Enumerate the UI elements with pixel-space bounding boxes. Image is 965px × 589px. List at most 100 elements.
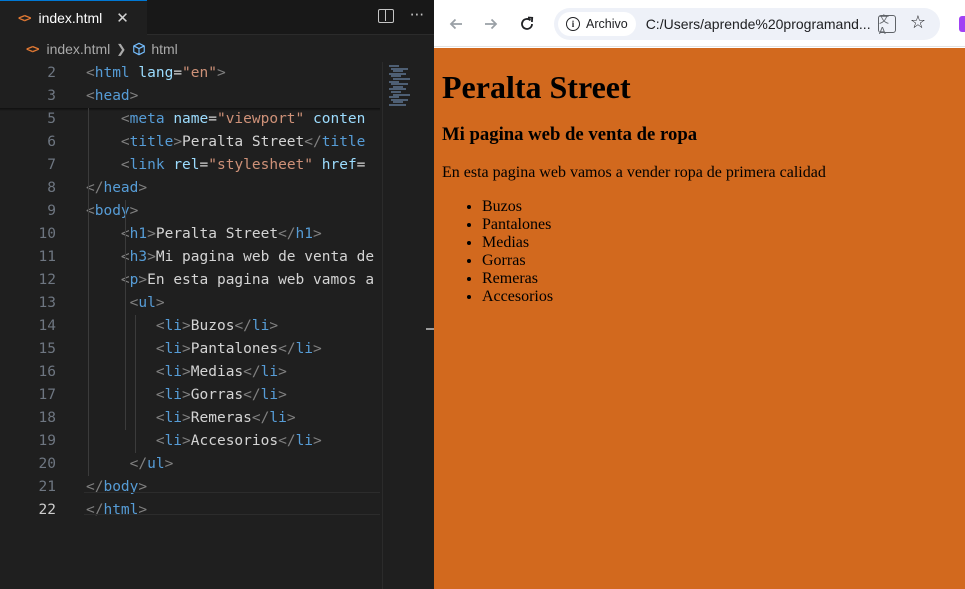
code-text[interactable]: <h3>Mi pagina web de venta de bbox=[86, 246, 374, 269]
code-line[interactable]: 16 <li>Medias</li> bbox=[0, 361, 380, 384]
forward-arrow-icon[interactable] bbox=[480, 13, 502, 35]
line-number: 21 bbox=[38, 479, 56, 495]
code-editor[interactable]: <> index.html ✕ ··· <> index.html ❯ html… bbox=[0, 0, 434, 589]
code-text[interactable]: <h1>Peralta Street</h1> bbox=[86, 223, 322, 246]
star-icon[interactable]: ☆ bbox=[910, 12, 926, 33]
list-item: Medias bbox=[482, 234, 957, 252]
code-text[interactable]: <li>Buzos</li> bbox=[86, 315, 278, 338]
list-item: Pantalones bbox=[482, 216, 957, 234]
code-line[interactable]: 10 <h1>Peralta Street</h1> bbox=[0, 223, 380, 246]
code-line[interactable]: 12 <p>En esta pagina web vamos a bbox=[0, 269, 380, 292]
list-item: Accesorios bbox=[482, 288, 957, 306]
code-text[interactable]: <li>Remeras</li> bbox=[86, 407, 296, 430]
code-text[interactable]: <li>Accesorios</li> bbox=[86, 430, 322, 453]
html-file-icon: <> bbox=[18, 11, 31, 25]
breadcrumb-symbol[interactable]: html bbox=[151, 41, 177, 57]
code-line[interactable]: 15 <li>Pantalones</li> bbox=[0, 338, 380, 361]
code-line[interactable]: 17 <li>Gorras</li> bbox=[0, 384, 380, 407]
info-icon: i bbox=[566, 17, 580, 31]
code-line[interactable]: 9 <body> bbox=[0, 200, 380, 223]
list-item: Remeras bbox=[482, 270, 957, 288]
line-number: 8 bbox=[47, 180, 56, 196]
line-number: 17 bbox=[38, 387, 56, 403]
line-number: 11 bbox=[38, 249, 56, 265]
editor-actions: ··· bbox=[377, 6, 424, 24]
line-number: 15 bbox=[38, 341, 56, 357]
indent-guide bbox=[88, 108, 89, 476]
code-text[interactable]: </ul> bbox=[86, 453, 174, 476]
code-text[interactable]: <li>Pantalones</li> bbox=[86, 338, 322, 361]
indent-guide bbox=[135, 315, 136, 453]
code-text[interactable]: <head> bbox=[86, 85, 138, 108]
code-line[interactable]: 5 <meta name="viewport" conten bbox=[0, 108, 380, 131]
page-subheading: Mi pagina web de venta de ropa bbox=[442, 124, 698, 145]
code-area[interactable]: 2 <html lang="en"> 3 <head> 5 <meta name="vi… bbox=[0, 62, 434, 589]
code-text[interactable]: <li>Gorras</li> bbox=[86, 384, 287, 407]
line-number: 9 bbox=[47, 203, 56, 219]
code-text[interactable]: <title>Peralta Street</title bbox=[86, 131, 365, 154]
line-number: 12 bbox=[38, 272, 56, 288]
reload-icon[interactable] bbox=[516, 13, 538, 35]
code-text[interactable]: <li>Medias</li> bbox=[86, 361, 287, 384]
browser-window: i Archivo C:/Users/aprende%20programand.… bbox=[434, 0, 965, 589]
symbol-cube-icon bbox=[133, 42, 146, 56]
breadcrumb-file[interactable]: index.html bbox=[46, 41, 110, 57]
scroll-position-marker bbox=[426, 328, 434, 330]
site-info-chip[interactable]: i Archivo bbox=[558, 12, 636, 36]
minimap[interactable] bbox=[382, 62, 426, 589]
site-info-label: Archivo bbox=[586, 17, 628, 31]
line-number: 7 bbox=[47, 157, 56, 173]
line-number: 2 bbox=[47, 65, 56, 81]
product-list: BuzosPantalonesMediasGorrasRemerasAcceso… bbox=[442, 198, 957, 306]
tab-label: index.html bbox=[38, 10, 103, 26]
line-number: 5 bbox=[47, 111, 56, 127]
page-heading: Peralta Street bbox=[442, 69, 631, 105]
code-line[interactable]: 19 <li>Accesorios</li> bbox=[0, 430, 380, 453]
line-number: 13 bbox=[38, 295, 56, 311]
line-number: 20 bbox=[38, 456, 56, 472]
line-number: 3 bbox=[47, 88, 56, 104]
line-number: 18 bbox=[38, 410, 56, 426]
list-item: Gorras bbox=[482, 252, 957, 270]
minimap-line bbox=[389, 104, 406, 106]
code-line[interactable]: 14 <li>Buzos</li> bbox=[0, 315, 380, 338]
rendered-page: Peralta Street Mi pagina web de venta de… bbox=[434, 48, 965, 589]
line-number: 14 bbox=[38, 318, 56, 334]
code-line[interactable]: 18 <li>Remeras</li> bbox=[0, 407, 380, 430]
list-item: Buzos bbox=[482, 198, 957, 216]
current-line-highlight bbox=[84, 492, 380, 515]
line-number: 22 bbox=[38, 502, 56, 518]
line-number: 16 bbox=[38, 364, 56, 380]
line-number: 6 bbox=[47, 134, 56, 150]
tab-index-html[interactable]: <> index.html ✕ bbox=[0, 0, 147, 35]
code-line[interactable]: 2 <html lang="en"> bbox=[0, 62, 380, 85]
code-line[interactable]: 8 </head> bbox=[0, 177, 380, 200]
html-file-icon: <> bbox=[26, 42, 39, 56]
indent-guide bbox=[125, 200, 126, 430]
code-text[interactable]: <link rel="stylesheet" href= bbox=[86, 154, 365, 177]
close-icon[interactable]: ✕ bbox=[116, 9, 129, 27]
vertical-scrollbar[interactable] bbox=[426, 62, 434, 589]
address-bar[interactable]: i Archivo C:/Users/aprende%20programand.… bbox=[554, 8, 940, 40]
browser-toolbar: i Archivo C:/Users/aprende%20programand.… bbox=[434, 0, 965, 47]
code-text[interactable]: <p>En esta pagina web vamos a bbox=[86, 269, 374, 292]
code-line[interactable]: 7 <link rel="stylesheet" href= bbox=[0, 154, 380, 177]
url-text[interactable]: C:/Users/aprende%20programand... bbox=[646, 16, 874, 32]
split-editor-icon[interactable] bbox=[377, 9, 394, 23]
more-icon[interactable]: ··· bbox=[410, 6, 424, 24]
code-text[interactable]: </head> bbox=[86, 177, 147, 200]
code-text[interactable]: <meta name="viewport" conten bbox=[86, 108, 365, 131]
code-line[interactable]: 20 </ul> bbox=[0, 453, 380, 476]
code-text[interactable]: <html lang="en"> bbox=[86, 62, 226, 85]
code-line[interactable]: 6 <title>Peralta Street</title bbox=[0, 131, 380, 154]
extension-icon[interactable] bbox=[959, 16, 965, 32]
page-paragraph: En esta pagina web vamos a vender ropa d… bbox=[442, 164, 826, 181]
translate-icon[interactable]: 文A bbox=[878, 15, 896, 37]
code-line[interactable]: 13 <ul> bbox=[0, 292, 380, 315]
code-line[interactable]: 3 <head> bbox=[0, 85, 380, 108]
back-arrow-icon[interactable] bbox=[445, 13, 467, 35]
chevron-right-icon: ❯ bbox=[116, 42, 127, 56]
code-line[interactable]: 11 <h3>Mi pagina web de venta de bbox=[0, 246, 380, 269]
code-text[interactable]: <body> bbox=[86, 200, 138, 223]
editor-tab-bar: <> index.html ✕ ··· bbox=[0, 0, 434, 35]
